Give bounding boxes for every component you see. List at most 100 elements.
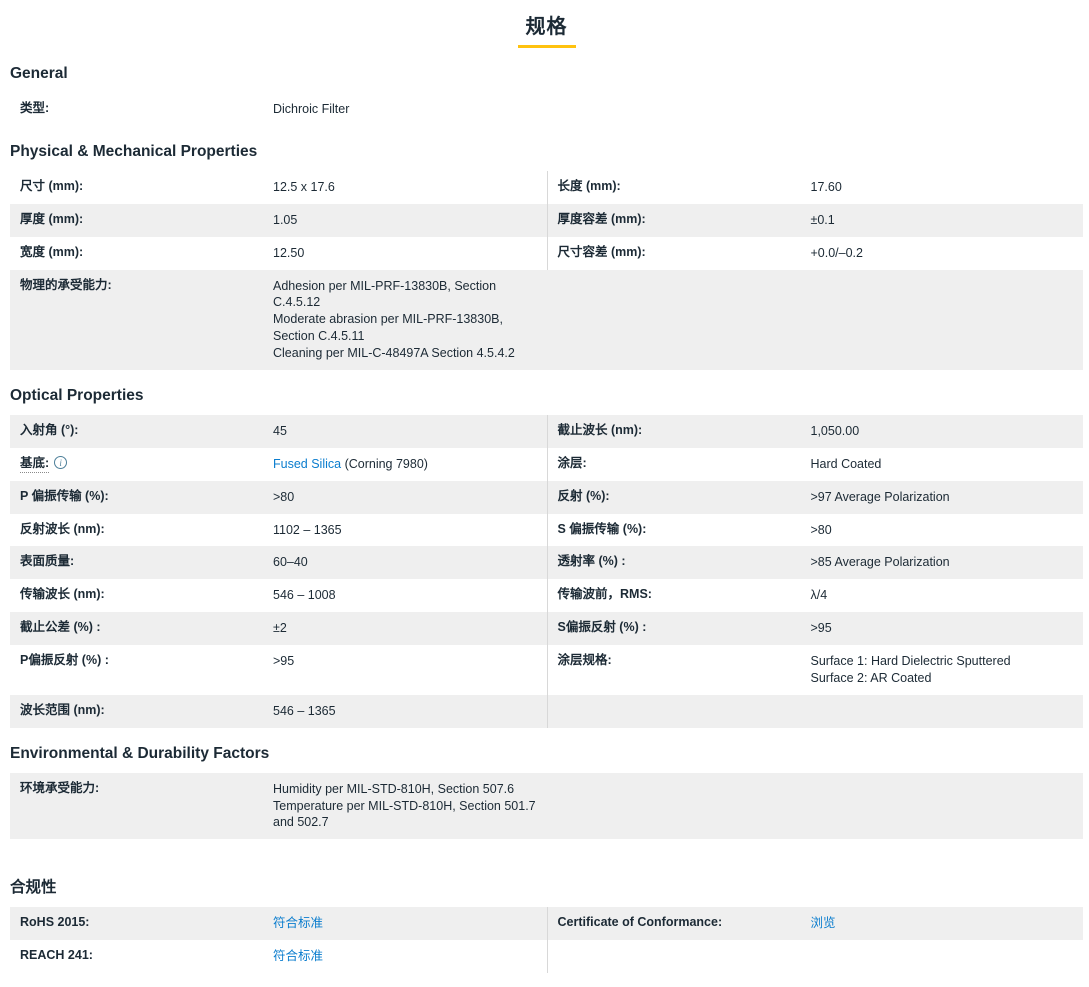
spec-value: Hard Coated (810, 456, 882, 471)
spec-cell-left: P 偏振传输 (%): >80 (10, 481, 547, 514)
spec-label: 透射率 (%) : (558, 554, 811, 570)
spec-value: 1102 – 1365 (273, 522, 342, 537)
spec-cell-left: REACH 241: 符合标准 (10, 940, 547, 973)
spec-value: >95 (810, 621, 832, 636)
spec-value-line: Moderate abrasion per MIL-PRF-13830B, Se… (273, 312, 503, 344)
spec-cell-right (547, 93, 1084, 126)
spec-value: 546 – 1365 (273, 703, 336, 718)
spec-label: 传输波前，RMS: (558, 587, 811, 603)
spec-row: RoHS 2015: 符合标准 Certificate of Conformance… (10, 907, 1083, 941)
spec-section: 合规性 RoHS 2015: 符合标准 Certificate of Conforma… (10, 875, 1083, 973)
spec-row: 反射波长 (nm): 1102 – 1365 S 偏振传输 (%): >80 (10, 513, 1084, 547)
spec-label: 表面质量: (20, 554, 273, 570)
spec-row: 物理的承受能力: Adhesion per MIL-PRF-13830B, Sec… (10, 269, 1084, 370)
spec-cell-left: 类型: Dichroic Filter (10, 93, 547, 126)
spec-cell-left: 入射角 (°): 45 (10, 415, 547, 448)
spec-row: 入射角 (°): 45 截止波长 (nm): 1,050.00 (10, 414, 1083, 448)
spec-label-text: 厚度 (mm): (20, 211, 84, 226)
spec-label: 厚度 (mm): (20, 212, 273, 228)
spec-value: >97 Average Polarization (810, 489, 950, 504)
spec-label: S 偏振传输 (%): (558, 522, 811, 538)
spec-value: Humidity per MIL-STD-810H, Section 507.6… (273, 781, 541, 832)
spec-cell-right: 反射 (%): >97 Average Polarization (546, 480, 1084, 514)
spec-cell-left: 厚度 (mm): 1.05 (10, 204, 547, 237)
spec-row: P 偏振传输 (%): >80 反射 (%): >97 Average Polariz… (10, 480, 1084, 514)
spec-cell-right: 尺寸容差 (mm): +0.0/–0.2 (546, 236, 1084, 270)
spec-label-text: 基底: (20, 455, 50, 473)
spec-label-text: S 偏振传输 (%): (557, 521, 647, 536)
spec-cell-right: 长度 (mm): 17.60 (546, 170, 1084, 204)
spec-label-text: S偏振反射 (%) : (557, 620, 647, 635)
spec-row: 环境承受能力: Humidity per MIL-STD-810H, Sectio… (10, 772, 1083, 840)
spec-label: Certificate of Conformance: (558, 915, 811, 931)
spec-value-text: (Corning 7980) (341, 456, 428, 471)
spec-cell-left: 宽度 (mm): 12.50 (10, 237, 547, 270)
spec-value: Adhesion per MIL-PRF-13830B, Section C.4… (273, 278, 541, 362)
spec-value: 12.50 (273, 245, 305, 260)
spec-section: Physical & Mechanical Properties 尺寸 (mm):… (10, 143, 1083, 370)
spec-row: 表面质量: 60–40 透射率 (%) : >85 Average Polarizat… (10, 546, 1083, 580)
spec-label: 截止公差 (%) : (20, 620, 273, 636)
spec-table: 尺寸 (mm): 12.5 x 17.6 长度 (mm): 17.60 厚度 (mm):… (10, 170, 1084, 370)
spec-link[interactable]: 浏览 (811, 916, 836, 930)
spec-value: 60–40 (273, 555, 308, 570)
spec-value: 17.60 (810, 179, 842, 194)
spec-value-line: Surface 2: AR Coated (810, 670, 932, 685)
spec-row: P偏振反射 (%) : >95 涂层规格: Surface 1: Hard Diele… (10, 645, 1083, 695)
spec-label: S偏振反射 (%) : (558, 620, 811, 636)
spec-label-text: 涂层: (557, 455, 587, 470)
spec-label-text: 表面质量: (20, 554, 75, 569)
spec-cell-left: 传输波长 (nm): 546 – 1008 (10, 579, 547, 612)
spec-label: 类型: (20, 101, 273, 117)
spec-label-text: P偏振反射 (%) : (20, 653, 109, 667)
spec-row: 厚度 (mm): 1.05 厚度容差 (mm): ±0.1 (10, 203, 1083, 237)
spec-label-text: 波长范围 (nm): (20, 702, 105, 717)
spec-link[interactable]: Fused Silica (273, 457, 341, 471)
spec-label-text: 尺寸容差 (mm): (557, 244, 646, 259)
spec-label-text: 涂层规格: (557, 653, 612, 667)
spec-value: ±0.1 (810, 212, 835, 227)
spec-cell-left: P偏振反射 (%) : >95 (10, 645, 547, 695)
spec-link[interactable]: 符合标准 (273, 949, 323, 963)
spec-value-line: Cleaning per MIL-C-48497A Section 4.5.4.… (273, 346, 515, 360)
spec-label: 物理的承受能力: (20, 278, 273, 294)
spec-label: 长度 (mm): (558, 179, 811, 195)
spec-label-text: 截止波长 (nm): (557, 422, 643, 437)
spec-value-line: Adhesion per MIL-PRF-13830B, Section C.4… (273, 278, 497, 310)
spec-label: 截止波长 (nm): (558, 423, 811, 439)
spec-label: 涂层规格: (558, 653, 811, 669)
spec-cell-right (547, 270, 1084, 370)
spec-cell-right (546, 940, 1084, 973)
spec-label-text: 透射率 (%) : (557, 554, 626, 569)
spec-label: 反射 (%): (558, 489, 811, 505)
spec-row: 类型: Dichroic Filter (10, 93, 1083, 126)
spec-cell-left: 表面质量: 60–40 (10, 546, 547, 579)
spec-value: >80 (273, 489, 295, 504)
spec-value-line: Humidity per MIL-STD-810H, Section 507.6 (273, 781, 515, 796)
spec-label: 基底: i (20, 455, 273, 473)
info-icon[interactable]: i (54, 455, 68, 469)
spec-cell-right (546, 694, 1084, 728)
spec-cell-right: S 偏振传输 (%): >80 (546, 513, 1084, 547)
spec-label: 尺寸容差 (mm): (558, 245, 811, 261)
spec-row: 传输波长 (nm): 546 – 1008 传输波前，RMS: λ/4 (10, 579, 1083, 613)
spec-value: 符合标准 (273, 915, 323, 932)
spec-label: 波长范围 (nm): (20, 703, 273, 719)
spec-label-text: 传输波前，RMS: (557, 587, 652, 602)
spec-value: 1.05 (273, 212, 298, 227)
spec-value: >85 Average Polarization (810, 555, 950, 570)
spec-value: Fused Silica (Corning 7980) (273, 456, 428, 473)
spec-cell-left: 截止公差 (%) : ±2 (10, 612, 547, 645)
spec-cell-left: 尺寸 (mm): 12.5 x 17.6 (10, 171, 547, 204)
spec-label-text: 尺寸 (mm): (20, 178, 84, 193)
spec-link[interactable]: 符合标准 (273, 916, 323, 930)
spec-row: 宽度 (mm): 12.50 尺寸容差 (mm): +0.0/–0.2 (10, 236, 1084, 270)
spec-value: ±2 (273, 621, 287, 636)
spec-label: 反射波长 (nm): (20, 522, 273, 538)
spec-table: 环境承受能力: Humidity per MIL-STD-810H, Sectio… (10, 772, 1083, 840)
spec-label: RoHS 2015: (20, 915, 273, 931)
spec-value: >80 (810, 522, 832, 537)
spec-label-text: 传输波长 (nm): (20, 587, 105, 602)
spec-value: 符合标准 (273, 948, 323, 965)
spec-cell-right: 涂层: Hard Coated (546, 447, 1084, 481)
